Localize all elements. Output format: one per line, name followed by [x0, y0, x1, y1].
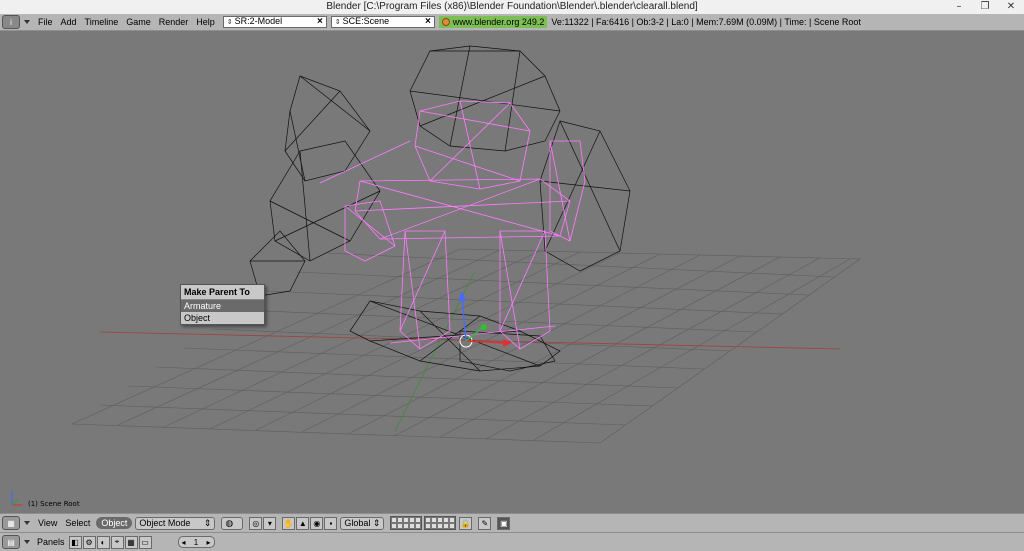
- orientation-label: Global: [344, 518, 371, 528]
- scene-panel-icon[interactable]: ▭: [138, 535, 152, 549]
- window-titlebar: Blender [C:\Program Files (x86)\Blender …: [0, 0, 1024, 14]
- orientation-dropdown[interactable]: Global ⇕: [340, 516, 385, 530]
- delete-scene-icon[interactable]: ×: [425, 17, 431, 27]
- scene-name: SCE:Scene: [342, 16, 390, 26]
- rotate-manip-icon[interactable]: ◉: [310, 516, 324, 530]
- draw-type-icon: ◍: [225, 517, 234, 528]
- menu-help[interactable]: Help: [192, 17, 219, 27]
- layer-buttons-left[interactable]: [390, 516, 423, 530]
- translate-manip-icon[interactable]: ▲: [296, 516, 310, 530]
- make-parent-popup: Make Parent To Armature Object: [180, 284, 265, 325]
- frame-number-field[interactable]: ◂ 1 ▸: [177, 536, 215, 548]
- dropdown-arrow-icon: ⇕: [203, 517, 212, 528]
- delete-screen-icon[interactable]: ×: [317, 17, 323, 27]
- scale-manip-icon[interactable]: ▪: [324, 516, 338, 530]
- popup-item-armature[interactable]: Armature: [181, 300, 264, 312]
- collapse-menu-icon[interactable]: [24, 540, 30, 544]
- mode-label: Object Mode: [139, 518, 191, 528]
- restore-button[interactable]: ❐: [972, 0, 998, 14]
- menu-render[interactable]: Render: [155, 17, 193, 27]
- minimize-button[interactable]: –: [946, 0, 972, 14]
- menu-view[interactable]: View: [34, 518, 61, 528]
- menu-panels[interactable]: Panels: [34, 537, 68, 547]
- menu-file[interactable]: File: [34, 17, 57, 27]
- pivot-icon[interactable]: ◎: [249, 516, 263, 530]
- mode-dropdown[interactable]: Object Mode ⇕: [135, 516, 216, 530]
- collapse-menu-icon[interactable]: [24, 521, 30, 525]
- draw-type-dropdown[interactable]: ◍: [221, 516, 244, 530]
- 3d-viewport[interactable]: Make Parent To Armature Object (1) Scene…: [0, 31, 1024, 513]
- viewport-canvas: [11, 45, 861, 506]
- object-panel-icon[interactable]: ⌖: [110, 535, 124, 549]
- collapse-menu-icon[interactable]: [24, 20, 30, 24]
- screen-selector[interactable]: ⇕ SR:2-Model ×: [222, 16, 327, 28]
- viewport-editor-type-button[interactable]: ▦: [2, 516, 20, 530]
- frame-number: 1: [193, 537, 199, 547]
- buttons-editor-type-button[interactable]: ▤: [2, 535, 20, 549]
- transform-manipulator: [458, 291, 512, 348]
- screen-name: SR:2-Model: [234, 16, 283, 26]
- popup-title: Make Parent To: [181, 285, 264, 300]
- ground-grid: [71, 248, 861, 444]
- menu-timeline[interactable]: Timeline: [81, 17, 123, 27]
- lock-layers-icon[interactable]: 🔒: [459, 516, 473, 530]
- menu-game[interactable]: Game: [122, 17, 155, 27]
- shading-panel-icon[interactable]: ◐: [96, 535, 110, 549]
- buttons-header: ▤ Panels ◧ ⚙ ◐ ⌖ ▦ ▭ ◂ 1 ▸: [0, 532, 1024, 551]
- editor-type-button[interactable]: i: [2, 15, 20, 29]
- script-panel-icon[interactable]: ⚙: [82, 535, 96, 549]
- editing-panel-icon[interactable]: ▦: [124, 535, 138, 549]
- increment-icon[interactable]: ▸: [207, 538, 211, 547]
- 3d-view-header: ▦ View Select Object Object Mode ⇕ ◍ ◎ ▾…: [0, 513, 1024, 532]
- decrement-icon[interactable]: ◂: [182, 538, 186, 547]
- pivot-dropdown-icon[interactable]: ▾: [263, 516, 277, 530]
- popup-item-object[interactable]: Object: [181, 312, 264, 324]
- opengl-render-icon[interactable]: ▣: [497, 516, 511, 530]
- layer-buttons-right[interactable]: [424, 516, 457, 530]
- blender-logo-icon: [441, 18, 450, 26]
- window-title: Blender [C:\Program Files (x86)\Blender …: [326, 1, 698, 12]
- blender-url-link[interactable]: www.blender.org 249.2: [438, 16, 548, 28]
- url-text: www.blender.org 249.2: [452, 17, 545, 27]
- info-header: i File Add Timeline Game Render Help ⇕ SR…: [0, 14, 1024, 31]
- manipulator-toggle-icon[interactable]: ✋: [282, 516, 296, 530]
- view-axes-widget: [11, 491, 22, 506]
- dropdown-arrow-icon: ⇕: [372, 517, 381, 528]
- render-preview-icon[interactable]: ✎: [478, 516, 492, 530]
- menu-add[interactable]: Add: [57, 17, 81, 27]
- updown-icon: ⇕: [334, 19, 341, 26]
- close-button[interactable]: ✕: [998, 0, 1024, 14]
- logic-panel-icon[interactable]: ◧: [68, 535, 82, 549]
- mesh-wireframe: [249, 45, 631, 372]
- current-frame-label: (1) Scene Root: [28, 500, 80, 508]
- updown-icon: ⇕: [226, 19, 233, 26]
- scene-selector[interactable]: ⇕ SCE:Scene ×: [330, 16, 435, 28]
- menu-object[interactable]: Object: [96, 517, 133, 529]
- scene-stats: Ve:11322 | Fa:6416 | Ob:3-2 | La:0 | Mem…: [551, 17, 861, 27]
- menu-select[interactable]: Select: [61, 518, 94, 528]
